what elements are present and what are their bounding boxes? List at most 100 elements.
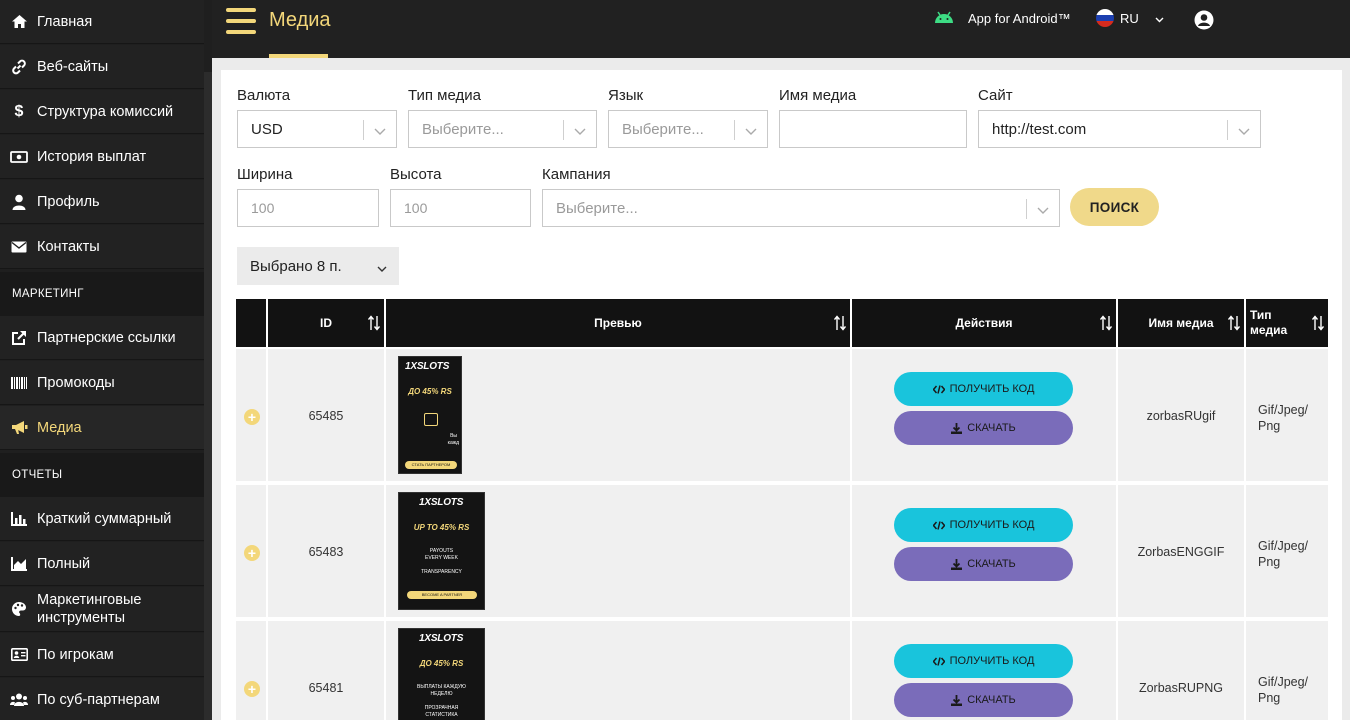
sidebar-item-commission[interactable]: $ Структура комиссий	[0, 90, 204, 134]
android-icon	[934, 11, 954, 26]
chevron-down-icon	[745, 123, 757, 140]
column-header-actions[interactable]: Действия	[850, 299, 1116, 347]
id-card-icon	[10, 646, 28, 664]
expand-row-icon[interactable]: +	[244, 545, 260, 561]
sidebar-item-label: Структура комиссий	[37, 103, 174, 120]
sidebar-item-contacts[interactable]: Контакты	[0, 225, 204, 269]
column-header-media-name[interactable]: Имя медиа	[1116, 299, 1244, 347]
media-type: Gif/Jpeg/ Png	[1258, 403, 1309, 433]
table-row[interactable]: + 65485 1XSLOTS ДО 45% RS Вы кажд СТАТЬ …	[236, 349, 1328, 483]
sidebar-item-by-players[interactable]: По игрокам	[0, 633, 204, 677]
user-icon	[10, 193, 28, 211]
sidebar-item-media[interactable]: Медиа	[0, 406, 204, 450]
sidebar-item-promocodes[interactable]: Промокоды	[0, 361, 204, 405]
media-type-placeholder: Выберите...	[422, 120, 504, 138]
sidebar-item-label: Промокоды	[37, 374, 115, 391]
code-icon	[932, 656, 945, 666]
width-input[interactable]: 100	[237, 189, 379, 227]
hamburger-menu-icon[interactable]	[226, 8, 256, 34]
media-name-input[interactable]	[779, 110, 967, 148]
area-chart-icon	[10, 555, 28, 573]
media-id: 65483	[266, 485, 384, 619]
bullhorn-icon	[10, 419, 28, 437]
code-icon	[932, 520, 945, 530]
chevron-down-icon	[377, 260, 387, 277]
media-type: Gif/Jpeg/ Png	[1258, 539, 1309, 569]
sort-icon[interactable]	[833, 315, 847, 334]
language-selector[interactable]: RU	[1096, 9, 1164, 27]
sort-icon[interactable]	[1311, 315, 1325, 334]
sort-icon[interactable]	[1099, 315, 1113, 334]
page-title: Медиа	[269, 9, 331, 31]
site-select[interactable]: http://test.com	[978, 110, 1261, 148]
media-type: Gif/Jpeg/ Png	[1258, 675, 1309, 705]
chevron-down-icon	[1155, 11, 1164, 26]
height-label: Высота	[390, 166, 442, 183]
sidebar-item-label: Полный	[37, 555, 91, 572]
sidebar-item-by-subpartners[interactable]: По суб-партнерам	[0, 678, 204, 720]
language-select[interactable]: Выберите...	[608, 110, 768, 148]
sidebar-item-label: По суб-партнерам	[37, 691, 160, 708]
media-preview-image[interactable]: 1XSLOTS UP TO 45% RS PAYOUTS EVERY WEEK …	[398, 492, 485, 610]
sidebar-item-label: Контакты	[37, 238, 100, 255]
currency-value: USD	[251, 120, 283, 138]
search-button[interactable]: ПОИСК	[1070, 188, 1159, 226]
user-account-icon[interactable]	[1194, 10, 1214, 35]
download-button[interactable]: СКАЧАТЬ	[894, 683, 1073, 717]
columns-selector[interactable]: Выбрано 8 п.	[237, 247, 399, 285]
width-label: Ширина	[237, 166, 293, 183]
media-type-select[interactable]: Выберите...	[408, 110, 597, 148]
sidebar-item-marketing-tools[interactable]: Маркетинговые инструменты	[0, 587, 204, 632]
column-header-media-type[interactable]: Тип медиа	[1244, 299, 1328, 347]
sidebar-item-full[interactable]: Полный	[0, 542, 204, 586]
sidebar-scrollbar[interactable]	[204, 72, 212, 720]
bar-chart-icon	[10, 510, 28, 528]
expand-row-icon[interactable]: +	[244, 409, 260, 425]
column-header-id[interactable]: ID	[266, 299, 384, 347]
dollar-icon: $	[14, 102, 24, 120]
height-input[interactable]: 100	[390, 189, 531, 227]
sidebar-item-summary[interactable]: Краткий суммарный	[0, 497, 204, 541]
sidebar-item-partner-links[interactable]: Партнерские ссылки	[0, 316, 204, 360]
table-row[interactable]: + 65483 1XSLOTS UP TO 45% RS PAYOUTS EVE…	[236, 485, 1328, 619]
campaign-label: Кампания	[542, 166, 611, 183]
envelope-icon	[10, 238, 28, 256]
code-icon	[932, 384, 945, 394]
language-code: RU	[1120, 10, 1139, 26]
media-preview-image[interactable]: 1XSLOTS ДО 45% RS Вы кажд СТАТЬ ПАРТНЕРО…	[398, 356, 462, 474]
sidebar-item-profile[interactable]: Профиль	[0, 180, 204, 224]
columns-selector-label: Выбрано 8 п.	[250, 257, 342, 275]
media-id: 65481	[266, 621, 384, 720]
sidebar-item-websites[interactable]: Веб-сайты	[0, 45, 204, 89]
russia-flag-icon	[1096, 9, 1114, 27]
media-panel: Валюта USD Тип медиа Выберите... Язык Вы…	[221, 70, 1342, 720]
android-app-link[interactable]: App for Android™	[934, 11, 1071, 26]
expand-row-icon[interactable]: +	[244, 681, 260, 697]
get-code-button[interactable]: ПОЛУЧИТЬ КОД	[894, 644, 1073, 678]
topbar: Медиа App for Android™ RU	[212, 0, 1350, 58]
barcode-icon	[10, 374, 28, 392]
media-preview-image[interactable]: 1XSLOTS ДО 45% RS ВЫПЛАТЫ КАЖДУЮ НЕДЕЛЮ …	[398, 628, 485, 720]
currency-select[interactable]: USD	[237, 110, 397, 148]
media-name-label: Имя медиа	[779, 87, 857, 104]
chevron-down-icon	[374, 123, 386, 140]
download-icon	[951, 422, 963, 434]
get-code-button[interactable]: ПОЛУЧИТЬ КОД	[894, 508, 1073, 542]
campaign-select[interactable]: Выберите...	[542, 189, 1060, 227]
calendar-icon	[424, 413, 438, 426]
get-code-button[interactable]: ПОЛУЧИТЬ КОД	[894, 372, 1073, 406]
external-link-icon	[10, 329, 28, 347]
download-button[interactable]: СКАЧАТЬ	[894, 547, 1073, 581]
sidebar-item-label: История выплат	[37, 148, 147, 165]
sort-icon[interactable]	[367, 315, 381, 334]
sidebar-item-home[interactable]: Главная	[0, 0, 204, 44]
column-header-preview[interactable]: Превью	[384, 299, 850, 347]
campaign-placeholder: Выберите...	[556, 199, 638, 217]
sidebar-item-label: По игрокам	[37, 646, 114, 663]
sidebar-section-marketing: МАРКЕТИНГ	[0, 272, 204, 316]
table-row[interactable]: + 65481 1XSLOTS ДО 45% RS ВЫПЛАТЫ КАЖДУЮ…	[236, 621, 1328, 720]
sidebar-item-payouts[interactable]: История выплат	[0, 135, 204, 179]
sort-icon[interactable]	[1227, 315, 1241, 334]
download-button[interactable]: СКАЧАТЬ	[894, 411, 1073, 445]
chevron-down-icon	[574, 123, 586, 140]
